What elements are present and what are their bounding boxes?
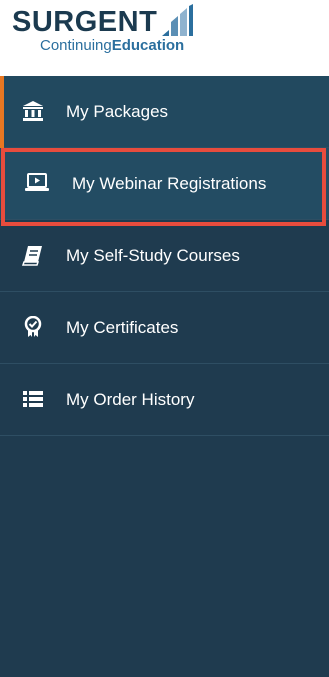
sidebar-item-label: My Certificates: [66, 318, 179, 337]
award-badge-icon: [24, 316, 42, 337]
sidebar-item-label: My Packages: [66, 102, 169, 121]
header: SURGENT ContinuingEducation: [0, 0, 329, 76]
sidebar-item-certificates[interactable]: My Certificates: [0, 292, 329, 364]
logo-wordmark: SURGENT: [12, 6, 158, 38]
laptop-play-icon: [25, 173, 49, 191]
sidebar-item-order-history[interactable]: My Order History: [0, 364, 329, 436]
book-icon: [22, 246, 42, 266]
sidebar-item-label: My Self-Study Courses: [66, 246, 240, 265]
list-icon: [23, 391, 43, 407]
sidebar-item-label: My Webinar Registrations: [72, 174, 267, 193]
sidebar-nav: My Packages My Webinar Registrations My …: [0, 76, 329, 677]
active-accent-bar: [0, 76, 4, 148]
surgent-logo[interactable]: SURGENT ContinuingEducation: [12, 4, 202, 54]
sidebar-item-self-study[interactable]: My Self-Study Courses: [0, 220, 329, 292]
sidebar-item-webinar-registrations[interactable]: My Webinar Registrations: [0, 148, 329, 220]
logo-subtitle: ContinuingEducation: [40, 37, 185, 54]
logo-bars-icon: [162, 4, 193, 36]
sidebar-item-packages[interactable]: My Packages: [0, 76, 329, 148]
bank-icon: [23, 101, 43, 121]
sidebar-item-label: My Order History: [66, 390, 195, 409]
